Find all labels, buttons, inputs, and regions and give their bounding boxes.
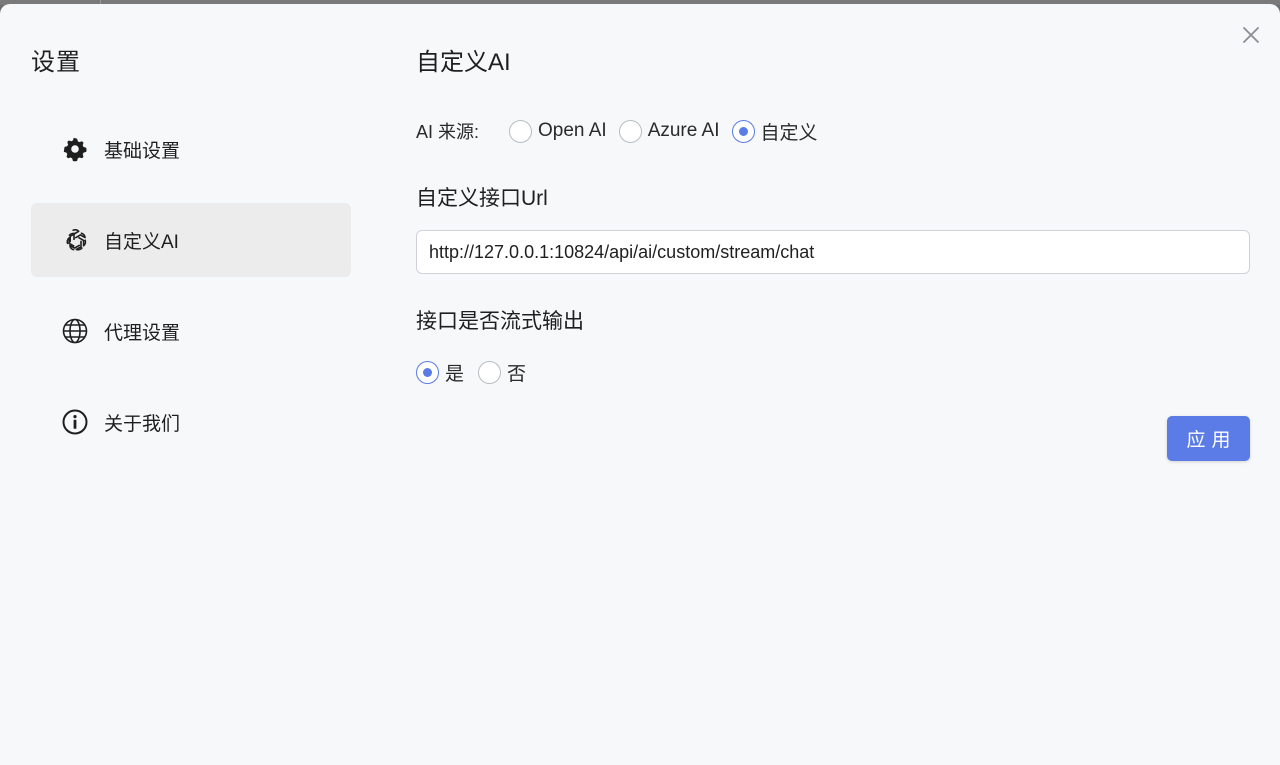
ai-source-row: AI 来源: Open AI Azure AI 自定义 (416, 115, 830, 147)
stream-output-label: 接口是否流式输出 (416, 310, 584, 333)
sidebar-title: 设置 (31, 49, 81, 76)
radio-label: 否 (507, 363, 527, 385)
custom-url-label: 自定义接口Url (416, 187, 548, 210)
stream-output-row: 是 否 (416, 356, 540, 388)
settings-dialog: 设置 基础设置 自定义AI 代理设置 关于我们 自定义AI AI 来源: Ope… (0, 4, 1280, 765)
radio-label: Azure AI (647, 120, 720, 141)
sidebar-item-about-us[interactable]: 关于我们 (31, 385, 351, 459)
radio-circle[interactable] (618, 119, 642, 143)
sidebar-item-label: 自定义AI (104, 231, 179, 253)
page-title: 自定义AI (416, 49, 511, 76)
info-icon (61, 408, 89, 436)
gear-icon (61, 135, 89, 163)
source-radio-custom[interactable]: 自定义 (731, 118, 818, 145)
sidebar-item-label: 代理设置 (104, 322, 181, 344)
sidebar: 设置 基础设置 自定义AI 代理设置 关于我们 (0, 4, 380, 765)
sidebar-item-proxy-settings[interactable]: 代理设置 (31, 294, 351, 368)
radio-circle[interactable] (416, 360, 439, 384)
apply-button[interactable]: 应用 (1167, 416, 1250, 461)
sidebar-item-label: 关于我们 (104, 413, 181, 435)
openai-icon (61, 226, 89, 254)
source-radio-openai[interactable]: Open AI (509, 119, 607, 143)
globe-icon (61, 317, 89, 345)
sidebar-item-label: 基础设置 (104, 140, 181, 162)
sidebar-item-basic-settings[interactable]: 基础设置 (31, 112, 351, 186)
stream-radio-yes[interactable]: 是 (416, 359, 464, 386)
radio-circle[interactable] (731, 119, 755, 143)
source-radio-azure[interactable]: Azure AI (618, 119, 720, 143)
custom-url-input[interactable] (416, 230, 1250, 274)
radio-label: Open AI (538, 120, 607, 141)
sidebar-item-custom-ai[interactable]: 自定义AI (31, 203, 351, 277)
ai-source-label: AI 来源: (416, 122, 480, 142)
radio-label: 自定义 (760, 122, 818, 144)
close-button[interactable] (1240, 24, 1262, 46)
stream-radio-no[interactable]: 否 (478, 359, 526, 386)
radio-label: 是 (445, 363, 465, 385)
radio-circle[interactable] (509, 119, 533, 143)
close-icon (1243, 27, 1259, 43)
radio-circle[interactable] (478, 360, 502, 384)
